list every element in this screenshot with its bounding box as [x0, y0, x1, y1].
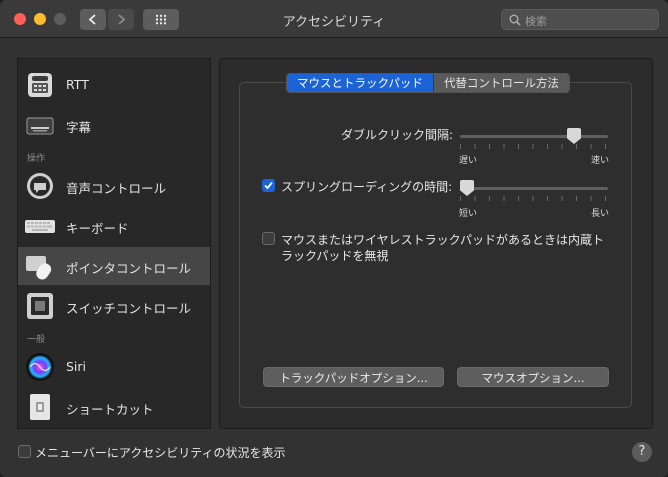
slider-knob[interactable] — [567, 128, 581, 144]
tab-alternate-control-methods[interactable]: 代替コントロール方法 — [432, 74, 569, 92]
sidebar-item-label: 字幕 — [66, 120, 92, 135]
search-placeholder: 検索 — [525, 15, 547, 28]
help-button[interactable]: ? — [632, 442, 652, 462]
voice-control-icon — [27, 173, 53, 199]
checkmark-icon — [264, 181, 273, 190]
sidebar-item-label: キーボード — [66, 221, 129, 236]
double-click-speed-slider[interactable] — [460, 128, 608, 149]
ignore-trackpad-label-line1: マウスまたはワイヤレストラックパッドがあるときは内蔵ト — [281, 233, 605, 247]
double-click-speed-label: ダブルクリック間隔: — [341, 128, 454, 142]
sidebar-item-label: 音声コントロール — [66, 181, 167, 196]
tab-mouse-trackpad[interactable]: マウスとトラックパッド — [287, 74, 433, 92]
captions-icon — [26, 117, 54, 135]
spring-loading-label: スプリングローディングの時間: — [281, 180, 453, 194]
sidebar-item-label: ポインタコントロール — [66, 261, 192, 276]
slow-label: 遅い — [459, 156, 478, 166]
section-header-general: 一般 — [27, 335, 46, 345]
sidebar-item-rtt[interactable]: RTT — [18, 66, 210, 104]
spring-loading-slider[interactable] — [460, 180, 608, 201]
slider-knob[interactable] — [460, 180, 474, 196]
siri-icon — [26, 353, 54, 381]
ignore-trackpad-label-line2: ラックパッドを無視 — [281, 249, 389, 263]
preferences-window: アクセシビリティ 検索 RTT 字幕 操作 音声コントロール キーボード ポイン… — [0, 0, 668, 477]
fast-label: 速い — [591, 156, 610, 166]
long-label: 長い — [591, 209, 610, 219]
section-header-motor: 操作 — [27, 154, 46, 164]
spring-loading-checkbox[interactable] — [262, 179, 275, 192]
switch-control-icon — [27, 293, 53, 319]
short-label: 短い — [459, 209, 478, 219]
slider-ticks — [460, 144, 608, 149]
sidebar-item-shortcut[interactable]: ショートカット — [18, 388, 210, 426]
titlebar: アクセシビリティ 検索 — [0, 0, 668, 38]
shortcut-icon — [30, 394, 50, 420]
tab-bar: マウスとトラックパッド 代替コントロール方法 — [286, 73, 570, 93]
sidebar-item-label: RTT — [66, 77, 89, 92]
slider-track — [460, 187, 608, 190]
slider-ticks — [460, 196, 608, 201]
show-in-menubar-label: メニューバーにアクセシビリティの状況を表示 — [35, 446, 286, 460]
keyboard-icon — [25, 220, 55, 233]
sidebar: RTT 字幕 操作 音声コントロール キーボード ポインタコントロール スイッチ… — [17, 58, 211, 429]
sidebar-item-keyboard[interactable]: キーボード — [18, 207, 210, 245]
pointer-control-icon — [26, 256, 52, 280]
show-in-menubar-checkbox[interactable] — [18, 445, 31, 458]
sidebar-item-voice-control[interactable]: 音声コントロール — [18, 167, 210, 205]
ignore-trackpad-checkbox[interactable] — [262, 232, 275, 245]
sidebar-item-label: Siri — [66, 359, 87, 374]
sidebar-item-switch-control[interactable]: スイッチコントロール — [18, 287, 210, 325]
sidebar-item-pointer-control[interactable]: ポインタコントロール — [18, 247, 210, 285]
tty-phone-icon — [28, 73, 52, 97]
mouse-options-button[interactable]: マウスオプション... — [457, 367, 609, 387]
sidebar-item-captions[interactable]: 字幕 — [18, 106, 210, 144]
search-field[interactable]: 検索 — [501, 9, 659, 30]
sidebar-item-label: ショートカット — [66, 402, 154, 417]
slider-track — [460, 135, 608, 138]
search-icon — [509, 14, 521, 26]
trackpad-options-button[interactable]: トラックパッドオプション... — [263, 367, 444, 387]
sidebar-item-siri[interactable]: Siri — [18, 348, 210, 386]
sidebar-item-label: スイッチコントロール — [66, 301, 192, 316]
